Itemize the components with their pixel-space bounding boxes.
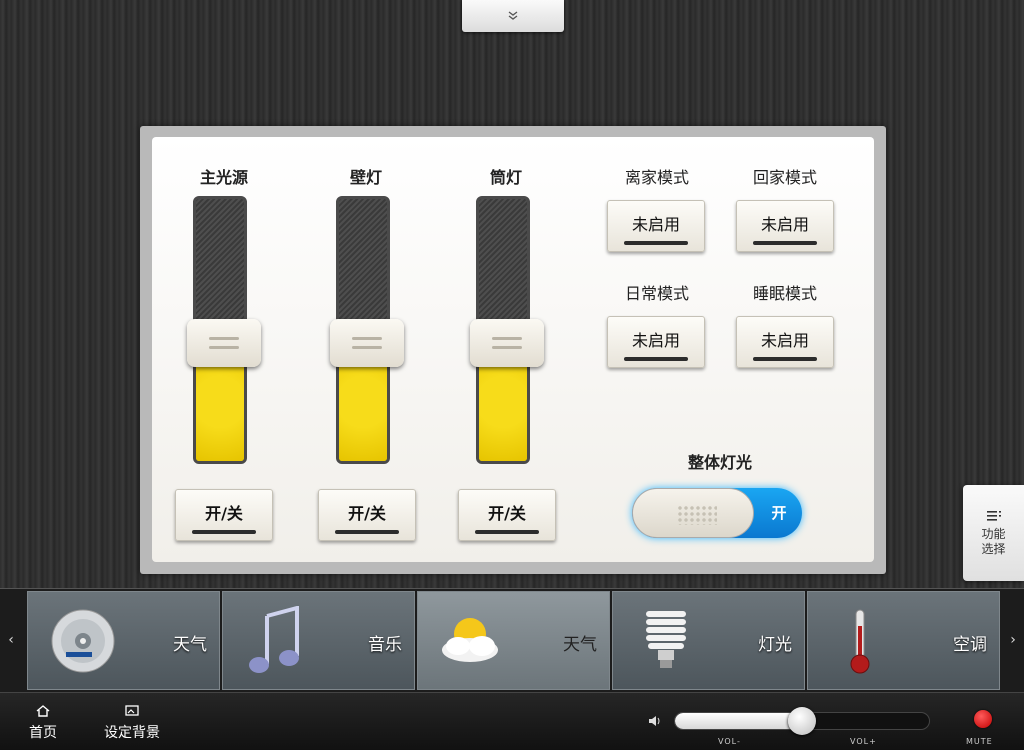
button-label: 未启用 (760, 215, 809, 234)
button-label: 未启用 (631, 331, 680, 350)
button-bar (624, 241, 688, 245)
dock-card-label: 灯光 (758, 635, 792, 655)
dock-card-weather-2[interactable]: 天气 (417, 591, 610, 690)
toggle-button-wall[interactable]: 开/关 (318, 489, 416, 541)
dock-card-aircon[interactable]: 空调 (807, 591, 1000, 690)
dock-card-light[interactable]: 灯光 (612, 591, 805, 690)
side-tab-line1: 功能 (981, 527, 1006, 541)
slider-knob-wall[interactable] (330, 319, 404, 368)
button-label: 开/关 (488, 504, 526, 523)
dock-card-label: 音乐 (368, 635, 402, 655)
set-background-nav[interactable]: 设定背景 (100, 704, 164, 742)
mode-label-home: 回家模式 (752, 168, 817, 187)
volume-knob[interactable] (788, 707, 816, 735)
button-label: 未启用 (760, 331, 809, 350)
thermometer-icon (850, 609, 870, 674)
button-bar (192, 530, 256, 534)
slider-label-wall: 壁灯 (349, 168, 382, 187)
button-label: 开/关 (205, 504, 243, 523)
mute-label: MUTE (966, 737, 993, 746)
dock-card-label: 天气 (563, 635, 597, 655)
mode-label-sleep: 睡眠模式 (752, 284, 817, 303)
weather-icon (442, 618, 498, 662)
button-label: 未启用 (631, 215, 680, 234)
function-select-tab[interactable]: 功能 选择 (963, 485, 1024, 581)
button-label: 开/关 (348, 504, 386, 523)
menu-list-icon (986, 511, 1001, 521)
dock-card-weather-1[interactable]: 天气 (27, 591, 220, 690)
home-icon (36, 705, 50, 717)
slider-knob-spot[interactable] (470, 319, 544, 368)
mode-label-daily: 日常模式 (624, 284, 689, 303)
mode-button-home[interactable]: 未启用 (736, 200, 834, 252)
bulb-icon (646, 611, 686, 668)
toggle-button-main[interactable]: 开/关 (175, 489, 273, 541)
button-bar (753, 241, 817, 245)
dock-card-music[interactable]: 音乐 (222, 591, 415, 690)
mode-button-away[interactable]: 未启用 (607, 200, 705, 252)
speaker-icon[interactable] (648, 715, 662, 727)
dock-next-arrow[interactable]: › (1002, 590, 1024, 690)
picture-icon (125, 705, 139, 716)
bluray-disc-icon (51, 609, 115, 673)
grip-dots (677, 505, 717, 525)
mute-button[interactable] (974, 710, 992, 728)
mode-label-away: 离家模式 (624, 168, 689, 187)
switch-state: 开 (771, 504, 787, 522)
home-nav[interactable]: 首页 (18, 704, 68, 742)
side-tab-line2: 选择 (981, 542, 1006, 556)
button-bar (624, 357, 688, 361)
dock-prev-arrow[interactable]: ‹ (0, 590, 22, 690)
slider-label-spot: 筒灯 (489, 168, 522, 187)
background-label: 设定背景 (104, 725, 160, 741)
button-bar (335, 530, 399, 534)
music-note-icon (249, 606, 299, 673)
vol-plus-label[interactable]: VOL+ (850, 737, 877, 746)
overall-light-label: 整体灯光 (687, 453, 752, 472)
button-bar (475, 530, 539, 534)
overall-light-switch[interactable]: 开 (632, 486, 804, 540)
slider-knob-main[interactable] (187, 319, 261, 368)
chevron-down-icon (508, 11, 518, 20)
mode-button-sleep[interactable]: 未启用 (736, 316, 834, 368)
dock-card-label: 天气 (173, 635, 207, 655)
slider-label-main: 主光源 (199, 168, 248, 187)
toggle-button-spot[interactable]: 开/关 (458, 489, 556, 541)
pull-down-tab[interactable] (462, 0, 564, 32)
switch-thumb[interactable] (632, 488, 754, 538)
volume-fill (675, 713, 803, 729)
dock-card-label: 空调 (953, 635, 987, 655)
home-label: 首页 (29, 725, 57, 741)
mode-button-daily[interactable]: 未启用 (607, 316, 705, 368)
button-bar (753, 357, 817, 361)
vol-minus-label[interactable]: VOL- (718, 737, 741, 746)
